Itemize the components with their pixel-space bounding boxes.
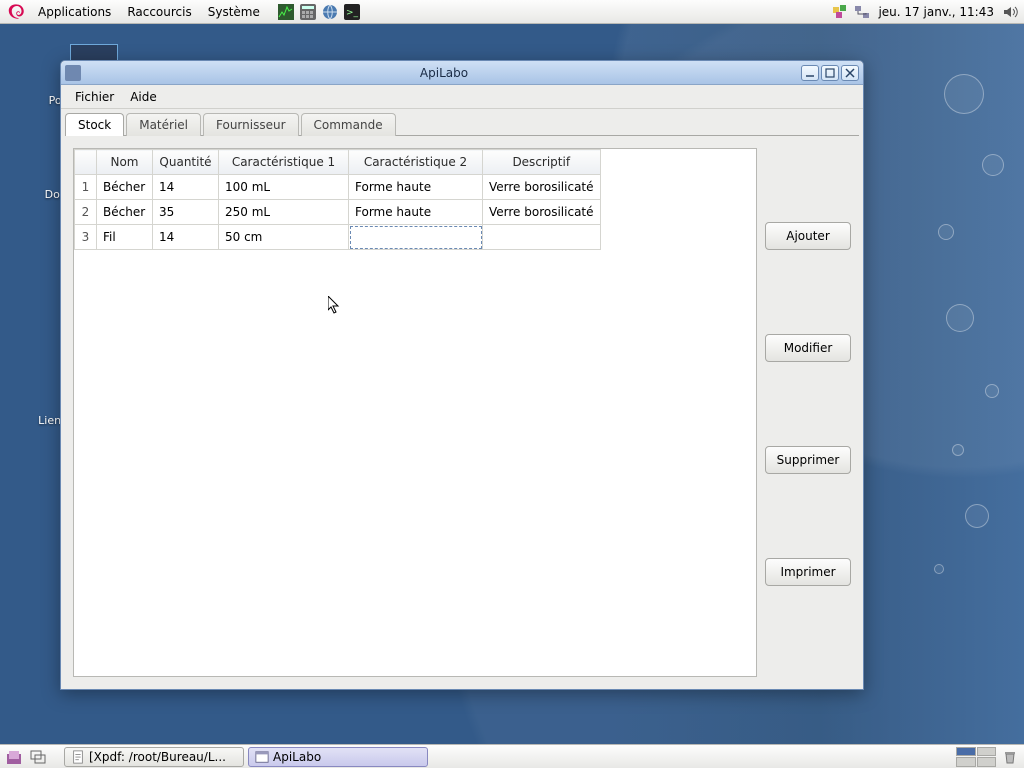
panel-clock[interactable]: jeu. 17 janv., 11:43 bbox=[872, 5, 1000, 19]
cell-c1[interactable]: 100 mL bbox=[219, 175, 349, 200]
cell-c2[interactable]: Forme haute bbox=[349, 200, 483, 225]
task-xpdf[interactable]: [Xpdf: /root/Bureau/L... bbox=[64, 747, 244, 767]
col-descriptif[interactable]: Descriptif bbox=[483, 150, 601, 175]
cell-desc[interactable]: Verre borosilicaté bbox=[483, 200, 601, 225]
cell-c1[interactable]: 250 mL bbox=[219, 200, 349, 225]
col-carac2[interactable]: Caractéristique 2 bbox=[349, 150, 483, 175]
cell-qte[interactable]: 35 bbox=[153, 200, 219, 225]
col-nom[interactable]: Nom bbox=[97, 150, 153, 175]
cell-rownum[interactable]: 2 bbox=[75, 200, 97, 225]
workspace-pager[interactable] bbox=[956, 747, 996, 767]
panel-menu-system[interactable]: Système bbox=[200, 3, 268, 21]
add-button[interactable]: Ajouter bbox=[765, 222, 851, 250]
panel-menu-places[interactable]: Raccourcis bbox=[119, 3, 199, 21]
delete-button[interactable]: Supprimer bbox=[765, 446, 851, 474]
menu-aide[interactable]: Aide bbox=[122, 88, 165, 106]
table-row[interactable]: 1Bécher14100 mLForme hauteVerre borosili… bbox=[75, 175, 601, 200]
browser-icon[interactable] bbox=[320, 2, 340, 22]
tab-commande[interactable]: Commande bbox=[301, 113, 396, 136]
task-label: [Xpdf: /root/Bureau/L... bbox=[89, 750, 226, 764]
cell-c1[interactable]: 50 cm bbox=[219, 225, 349, 250]
menubar: Fichier Aide bbox=[61, 85, 863, 109]
cell-nom[interactable]: Fil bbox=[97, 225, 153, 250]
panel-menu-applications[interactable]: Applications bbox=[30, 3, 119, 21]
titlebar[interactable]: ApiLabo bbox=[61, 61, 863, 85]
action-buttons: Ajouter Modifier Supprimer Imprimer bbox=[765, 148, 851, 677]
cell-qte[interactable]: 14 bbox=[153, 225, 219, 250]
stock-table-pane[interactable]: Nom Quantité Caractéristique 1 Caractéri… bbox=[73, 148, 757, 677]
tab-stock[interactable]: Stock bbox=[65, 113, 124, 136]
cell-desc[interactable] bbox=[483, 225, 601, 250]
cell-c2[interactable]: Forme haute bbox=[349, 175, 483, 200]
show-desktop-icon[interactable] bbox=[4, 747, 24, 767]
terminal-icon[interactable]: >_ bbox=[342, 2, 362, 22]
system-monitor-icon[interactable] bbox=[276, 2, 296, 22]
cell-rownum[interactable]: 1 bbox=[75, 175, 97, 200]
system-tray bbox=[830, 2, 872, 22]
tabbar: Stock Matériel Fournisseur Commande bbox=[61, 109, 863, 135]
menu-fichier[interactable]: Fichier bbox=[67, 88, 122, 106]
bottom-panel: [Xpdf: /root/Bureau/L... ApiLabo bbox=[0, 744, 1024, 768]
cell-qte[interactable]: 14 bbox=[153, 175, 219, 200]
minimize-button[interactable] bbox=[801, 65, 819, 81]
tab-materiel[interactable]: Matériel bbox=[126, 113, 201, 136]
print-button[interactable]: Imprimer bbox=[765, 558, 851, 586]
table-row[interactable]: 2Bécher35250 mLForme hauteVerre borosili… bbox=[75, 200, 601, 225]
window-list-icon[interactable] bbox=[28, 747, 48, 767]
col-rownum[interactable] bbox=[75, 150, 97, 175]
cell-rownum[interactable]: 3 bbox=[75, 225, 97, 250]
trash-icon[interactable] bbox=[1000, 747, 1020, 767]
workspace-2[interactable] bbox=[977, 747, 997, 757]
workspace-1[interactable] bbox=[956, 747, 976, 757]
table-row[interactable]: 3Fil1450 cm bbox=[75, 225, 601, 250]
close-button[interactable] bbox=[841, 65, 859, 81]
document-icon bbox=[71, 750, 85, 764]
window-title: ApiLabo bbox=[87, 66, 801, 80]
col-quantite[interactable]: Quantité bbox=[153, 150, 219, 175]
tray-app-icon[interactable] bbox=[830, 2, 850, 22]
maximize-button[interactable] bbox=[821, 65, 839, 81]
col-carac1[interactable]: Caractéristique 1 bbox=[219, 150, 349, 175]
cell-desc[interactable]: Verre borosilicaté bbox=[483, 175, 601, 200]
workspace-4[interactable] bbox=[977, 757, 997, 767]
apilabo-window: ApiLabo Fichier Aide Stock Matériel Four… bbox=[60, 60, 864, 690]
cell-nom[interactable]: Bécher bbox=[97, 200, 153, 225]
volume-icon[interactable] bbox=[1000, 2, 1020, 22]
cell-nom[interactable]: Bécher bbox=[97, 175, 153, 200]
svg-text:>_: >_ bbox=[346, 8, 359, 18]
top-panel: Applications Raccourcis Système >_ jeu. … bbox=[0, 0, 1024, 24]
edit-button[interactable]: Modifier bbox=[765, 334, 851, 362]
network-icon[interactable] bbox=[852, 2, 872, 22]
window-system-icon[interactable] bbox=[65, 65, 81, 81]
app-window-icon bbox=[255, 750, 269, 764]
stock-table: Nom Quantité Caractéristique 1 Caractéri… bbox=[74, 149, 601, 250]
mouse-cursor-icon bbox=[328, 296, 342, 316]
calculator-icon[interactable] bbox=[298, 2, 318, 22]
workspace-3[interactable] bbox=[956, 757, 976, 767]
task-apilabo[interactable]: ApiLabo bbox=[248, 747, 428, 767]
debian-logo-icon bbox=[8, 3, 26, 21]
tab-fournisseur[interactable]: Fournisseur bbox=[203, 113, 299, 136]
cell-c2[interactable] bbox=[349, 225, 483, 250]
panel-launchers: >_ bbox=[276, 2, 362, 22]
task-label: ApiLabo bbox=[273, 750, 321, 764]
